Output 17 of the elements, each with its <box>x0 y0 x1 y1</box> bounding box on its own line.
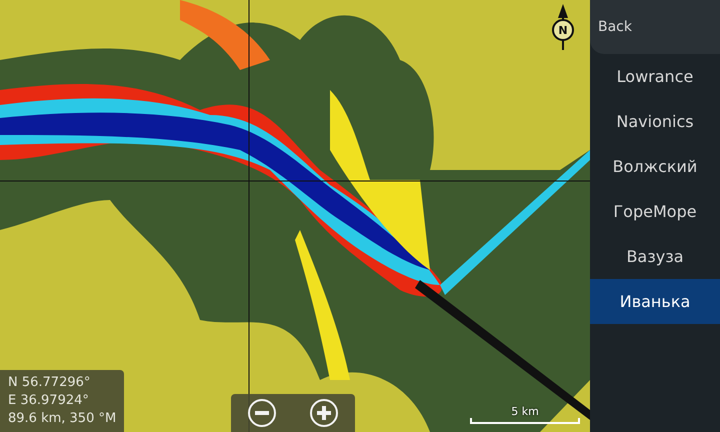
chart-source-item[interactable]: Navionics <box>590 99 720 144</box>
chart-source-item[interactable]: Lowrance <box>590 54 720 99</box>
chart-source-item[interactable]: Волжский <box>590 144 720 189</box>
chart-source-item[interactable]: ГореМоре <box>590 189 720 234</box>
back-button[interactable]: Back <box>590 0 720 54</box>
position-text: 89.6 km, 350 °M <box>8 410 116 428</box>
plus-icon <box>317 406 331 420</box>
scale-label: 5 km <box>511 405 539 418</box>
minus-icon <box>255 411 269 415</box>
chart-source-item[interactable]: Иванька <box>590 279 720 324</box>
zoom-out-button[interactable] <box>248 399 276 427</box>
scale-bar-icon <box>470 418 580 424</box>
chart-source-item[interactable]: Вазуза <box>590 234 720 279</box>
map-drawing[interactable] <box>0 0 590 432</box>
position-text: E 36.97924° <box>8 392 90 410</box>
zoom-in-button[interactable] <box>310 399 338 427</box>
position-text: N 56.77296° <box>8 374 92 392</box>
